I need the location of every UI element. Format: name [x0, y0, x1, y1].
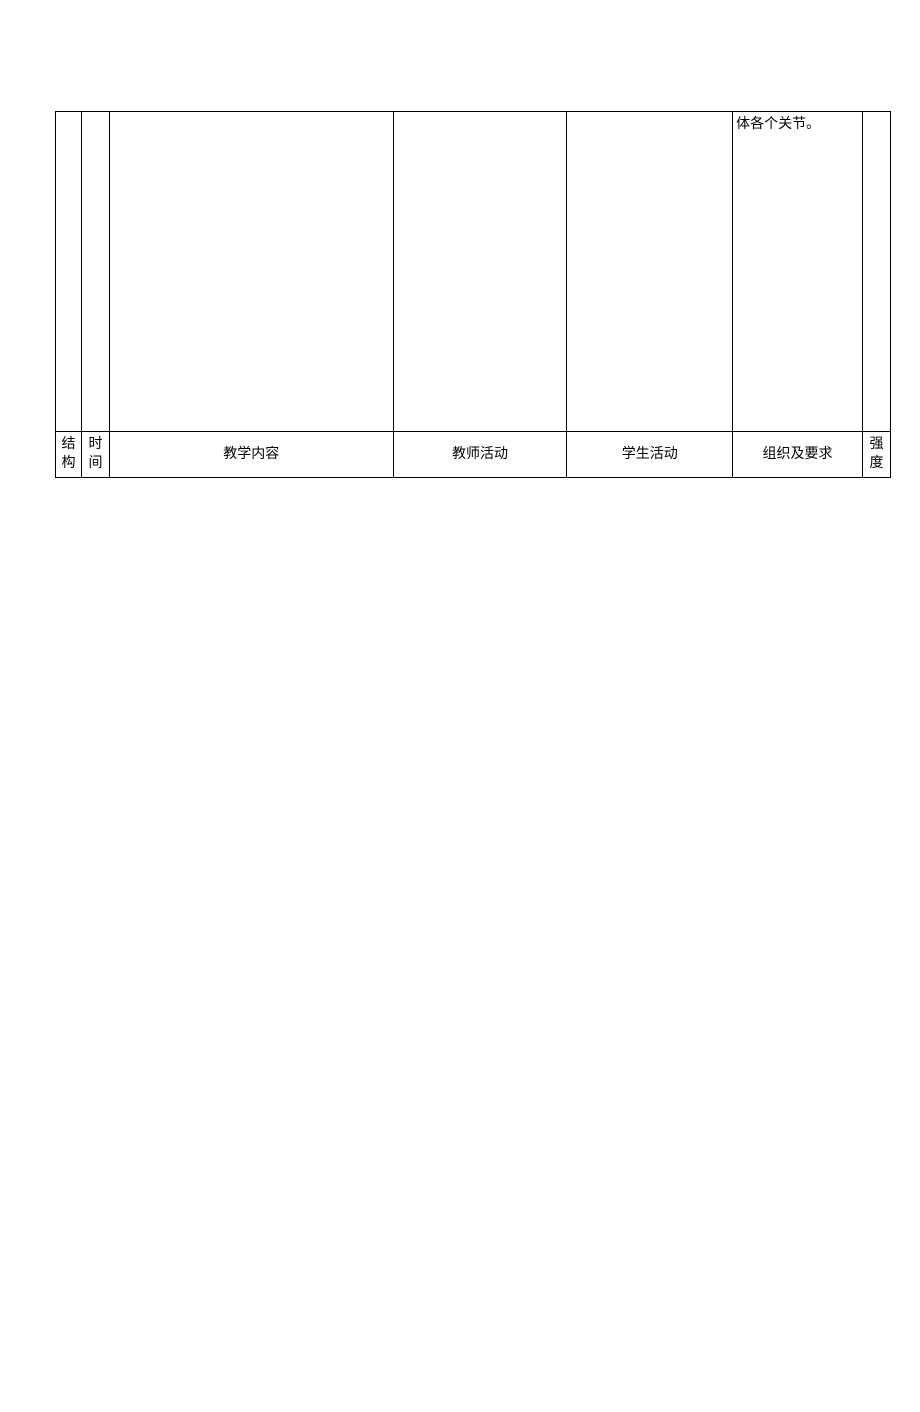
header-time: 时间	[81, 432, 109, 478]
cell-structure	[56, 112, 82, 432]
cell-organization: 体各个关节。	[733, 112, 863, 432]
header-organization: 组织及要求	[733, 432, 863, 478]
table-row-header: 结构 时间 教学内容 教师活动 学生活动 组织及要求 强度	[56, 432, 891, 478]
header-structure: 结构	[56, 432, 82, 478]
cell-intensity	[862, 112, 890, 432]
table-row-content: 体各个关节。	[56, 112, 891, 432]
cell-teaching-content	[109, 112, 393, 432]
lesson-plan-table: 体各个关节。 结构 时间 教学内容 教师活动 学生活动 组织及要求 强度	[55, 111, 891, 478]
cell-time	[81, 112, 109, 432]
header-teaching-content: 教学内容	[109, 432, 393, 478]
header-intensity: 强度	[862, 432, 890, 478]
header-student-activity: 学生活动	[567, 432, 733, 478]
cell-student-activity	[567, 112, 733, 432]
header-teacher-activity: 教师活动	[393, 432, 567, 478]
cell-teacher-activity	[393, 112, 567, 432]
